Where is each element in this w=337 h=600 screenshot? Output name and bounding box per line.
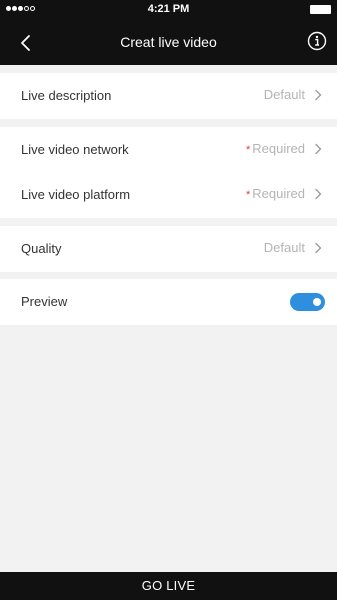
live-description-row[interactable]: Live description Default [0, 73, 337, 119]
chevron-right-icon [315, 242, 322, 253]
row-value: Required [252, 186, 305, 201]
preview-toggle[interactable] [290, 293, 325, 311]
go-live-button[interactable]: GO LIVE [0, 572, 337, 600]
row-value: Default [263, 240, 305, 255]
chevron-right-icon [315, 188, 322, 199]
chevron-right-icon [315, 89, 322, 100]
info-icon [307, 31, 327, 51]
row-label: Preview [21, 294, 68, 309]
quality-row[interactable]: Quality Default [0, 226, 337, 272]
row-label: Live description [21, 88, 112, 103]
status-bar: 4:21 PM [0, 0, 337, 20]
nav-bar: Creat live video [0, 20, 337, 65]
row-label: Live video platform [21, 187, 131, 202]
info-button[interactable] [307, 31, 327, 51]
required-star-icon: * [245, 144, 251, 156]
required-star-icon: * [245, 189, 251, 201]
battery-icon [310, 5, 331, 14]
toggle-knob [313, 298, 321, 306]
live-video-platform-row[interactable]: Live video platform * Required [0, 172, 337, 218]
preview-row: Preview [0, 279, 337, 325]
row-value: Required [252, 141, 305, 156]
page-title: Creat live video [120, 34, 217, 50]
chevron-right-icon [315, 143, 322, 154]
row-value: Default [263, 87, 305, 102]
status-time: 4:21 PM [147, 3, 190, 15]
row-label: Quality [21, 241, 62, 256]
row-label: Live video network [21, 142, 129, 157]
live-video-network-row[interactable]: Live video network * Required [0, 127, 337, 173]
